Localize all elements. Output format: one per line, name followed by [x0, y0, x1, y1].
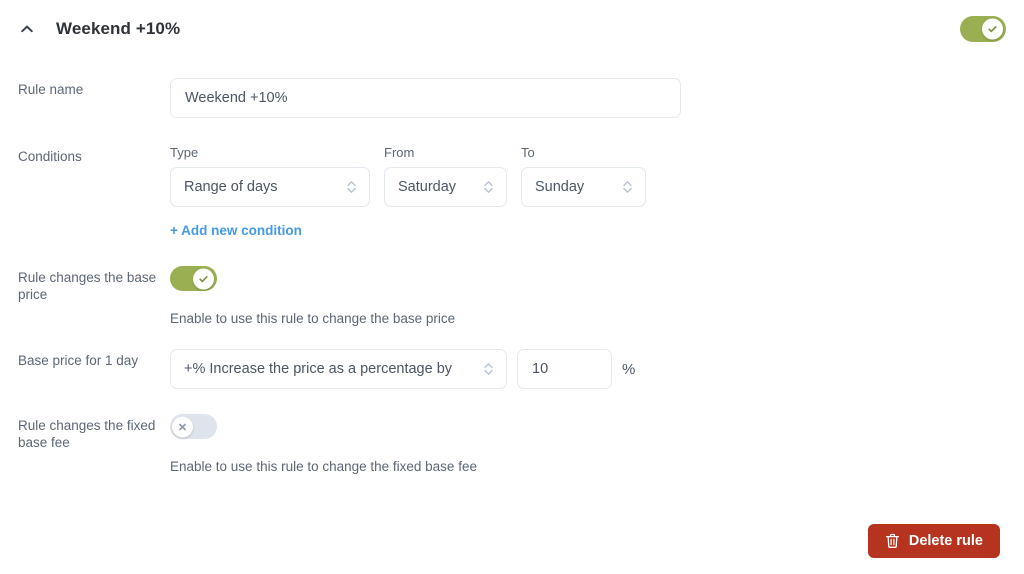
base-price-unit-label: %: [622, 360, 636, 378]
condition-fields: Type Range of days From Saturday To Sund…: [170, 145, 1006, 207]
chevron-updown-icon: [342, 178, 369, 196]
conditions-body: Type Range of days From Saturday To Sund…: [170, 145, 1006, 240]
fixed-fee-toggle[interactable]: [170, 414, 217, 439]
conditions-label: Conditions: [18, 149, 82, 164]
toggle-knob: [172, 416, 193, 437]
panel-header: Weekend +10%: [0, 0, 1024, 58]
condition-field-to: To Sunday: [521, 145, 646, 207]
base-price-toggle-helper: Enable to use this rule to change the ba…: [170, 311, 456, 326]
condition-field-type: Type Range of days: [170, 145, 370, 207]
fixed-fee-toggle-body: Enable to use this rule to change the fi…: [170, 414, 1006, 475]
condition-type-value: Range of days: [184, 179, 278, 195]
base-price-amount-input[interactable]: [517, 349, 612, 389]
fixed-fee-toggle-label: Rule changes the fixed base fee: [18, 418, 156, 450]
rule-name-row: Rule name: [0, 78, 1024, 118]
base-price-change-type-select[interactable]: +% Increase the price as a percentage by: [170, 349, 507, 389]
base-price-toggle[interactable]: [170, 266, 217, 291]
toggle-knob: [982, 18, 1003, 40]
chevron-updown-icon: [479, 360, 506, 378]
base-price-toggle-body: Enable to use this rule to change the ba…: [170, 266, 1006, 327]
chevron-updown-icon: [479, 178, 506, 196]
trash-icon: [885, 533, 900, 549]
rule-name-body: [170, 78, 1006, 118]
condition-to-value: Sunday: [535, 179, 585, 195]
rule-name-input[interactable]: [170, 78, 681, 118]
page-title: Weekend +10%: [56, 19, 181, 38]
condition-from-caption: From: [384, 145, 415, 160]
condition-to-select[interactable]: Sunday: [521, 167, 646, 207]
base-price-change-type-value: +% Increase the price as a percentage by: [184, 361, 453, 377]
condition-to-caption: To: [521, 145, 535, 160]
condition-type-caption: Type: [170, 145, 199, 160]
base-price-body: +% Increase the price as a percentage by…: [170, 349, 1006, 389]
delete-rule-label: Delete rule: [908, 533, 983, 549]
condition-type-select[interactable]: Range of days: [170, 167, 370, 207]
rule-enabled-toggle[interactable]: [960, 16, 1006, 42]
base-price-controls: +% Increase the price as a percentage by…: [170, 349, 1006, 389]
delete-rule-button[interactable]: Delete rule: [867, 524, 1000, 558]
rule-name-label: Rule name: [18, 82, 84, 97]
toggle-knob: [193, 268, 214, 289]
chevron-updown-icon: [618, 178, 645, 196]
condition-field-from: From Saturday: [384, 145, 507, 207]
fixed-fee-toggle-row: Rule changes the fixed base fee Enable t…: [0, 414, 1024, 475]
condition-from-value: Saturday: [398, 179, 457, 195]
base-price-label: Base price for 1 day: [18, 353, 139, 368]
condition-from-select[interactable]: Saturday: [384, 167, 507, 207]
base-price-toggle-row: Rule changes the base price Enable to us…: [0, 266, 1024, 327]
pricing-rule-panel: Weekend +10% Rule name Conditions Type R: [0, 0, 1024, 574]
base-price-row: Base price for 1 day +% Increase the pri…: [0, 349, 1024, 389]
chevron-up-icon[interactable]: [16, 18, 38, 40]
base-price-toggle-label: Rule changes the base price: [18, 270, 157, 302]
add-new-condition-link[interactable]: + Add new condition: [170, 223, 302, 238]
conditions-row: Conditions Type Range of days From Satur…: [0, 145, 1024, 240]
fixed-fee-toggle-helper: Enable to use this rule to change the fi…: [170, 459, 477, 474]
